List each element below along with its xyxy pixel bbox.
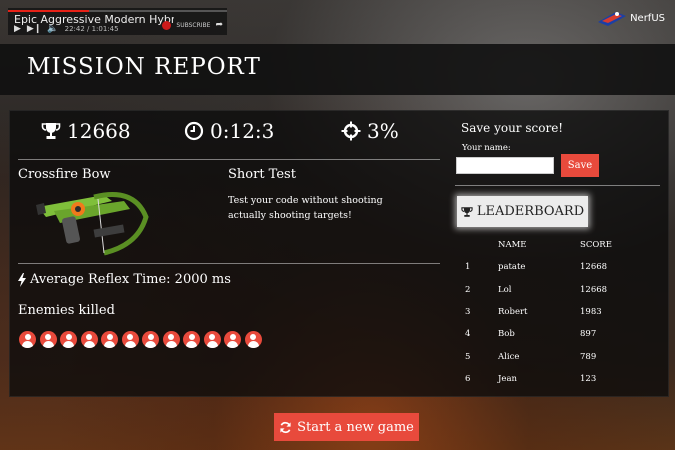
- table-row: 3 Robert 1983: [458, 301, 640, 323]
- name-input[interactable]: [456, 157, 554, 174]
- next-icon[interactable]: ▶❙: [27, 24, 41, 34]
- score-cell: 12668: [580, 262, 608, 273]
- youtube-logo-icon[interactable]: [162, 20, 172, 30]
- subscribe-button[interactable]: SUBSCRIBE: [176, 22, 210, 29]
- name-cell: Robert: [498, 307, 528, 318]
- rank-cell: 3: [465, 307, 471, 318]
- play-icon[interactable]: ▶: [14, 24, 21, 34]
- leaderboard-header-row: NAME SCORE: [458, 234, 640, 256]
- brand[interactable]: NerfUS: [598, 10, 665, 26]
- brand-logo-icon: [598, 12, 627, 26]
- save-button[interactable]: Save: [561, 154, 599, 177]
- test-title: Short Test: [228, 167, 296, 182]
- bolt-icon: [18, 272, 26, 287]
- clock-icon: [184, 121, 204, 141]
- weapon-image: [36, 192, 149, 256]
- name-cell: patate: [498, 262, 526, 273]
- enemies-killed-title: Enemies killed: [18, 303, 115, 318]
- table-row: 5 Alice 789: [458, 345, 640, 367]
- video-progress-bar[interactable]: [8, 10, 227, 12]
- user-icon: [121, 331, 139, 348]
- video-controls: ▶ ▶❙ 🔈 22:42 / 1:01:45: [14, 24, 119, 34]
- video-player-bar[interactable]: Epic Aggressive Modern Hybrid-Orch... ▶ …: [8, 8, 227, 35]
- leaderboard-header-name: NAME: [498, 240, 527, 251]
- score-stat: 12668: [41, 119, 131, 143]
- crosshair-icon: [341, 121, 361, 141]
- accuracy-value: 3%: [367, 119, 399, 143]
- name-cell: Jean: [498, 373, 517, 384]
- video-actions: SUBSCRIBE ➦: [162, 20, 223, 30]
- leaderboard-button-label: LEADERBOARD: [476, 204, 585, 219]
- user-icon: [80, 331, 98, 348]
- user-icon: [224, 331, 241, 348]
- stats-divider: [18, 159, 440, 160]
- rank-cell: 4: [465, 329, 471, 340]
- test-description: Test your code without shooting actually…: [228, 195, 383, 221]
- rank-cell: 6: [465, 373, 471, 384]
- name-cell: Lol: [498, 284, 512, 295]
- time-stat: 0:12:3: [184, 119, 274, 143]
- user-icon: [244, 331, 262, 348]
- reflex-time: Average Reflex Time: 2000 ms: [18, 272, 231, 287]
- video-time: 22:42 / 1:01:45: [64, 25, 119, 33]
- reflex-time-label: Average Reflex Time: 2000 ms: [30, 272, 231, 287]
- stats-row: 12668 0:12:3 3%: [10, 119, 440, 155]
- user-icon: [19, 331, 36, 348]
- save-score-title: Save your score!: [461, 121, 564, 135]
- brand-name: NerfUS: [630, 12, 665, 24]
- rank-cell: 2: [465, 284, 471, 295]
- volume-icon[interactable]: 🔈: [47, 24, 58, 34]
- name-label: Your name:: [462, 143, 511, 153]
- score-cell: 123: [580, 373, 597, 384]
- score-cell: 12668: [580, 284, 608, 295]
- user-icon: [162, 331, 180, 348]
- page-header: MISSION REPORT: [0, 44, 675, 95]
- time-value: 0:12:3: [210, 119, 275, 143]
- user-icon: [39, 331, 57, 348]
- page-title: MISSION REPORT: [27, 54, 261, 80]
- refresh-icon: [280, 421, 291, 433]
- trophy-icon: [41, 123, 61, 139]
- table-row: 2 Lol 12668: [458, 279, 640, 301]
- table-row: 1 patate 12668: [458, 256, 640, 278]
- video-progress-fill: [8, 10, 90, 12]
- rank-cell: 1: [465, 262, 471, 273]
- user-icon: [101, 331, 118, 348]
- leaderboard-header-rank: [458, 234, 498, 256]
- weapon-name: Crossfire Bow: [18, 167, 111, 182]
- leaderboard-button[interactable]: LEADERBOARD: [457, 196, 588, 227]
- score-cell: 789: [580, 351, 597, 362]
- mission-report-panel: 12668 0:12:3 3% Crossfire Bow Short Test…: [9, 110, 669, 397]
- accuracy-stat: 3%: [341, 119, 399, 143]
- score-value: 12668: [67, 119, 131, 143]
- name-cell: Bob: [498, 329, 515, 340]
- start-new-game-button[interactable]: Start a new game: [274, 413, 419, 441]
- save-divider: [455, 185, 660, 186]
- rank-cell: 5: [465, 351, 471, 362]
- table-row: 6 Jean 123: [458, 368, 640, 390]
- user-icon: [142, 331, 159, 348]
- leaderboard-table: NAME SCORE 1 patate 12668 2 Lol 12668 3 …: [458, 234, 640, 390]
- trophy-icon: [461, 206, 473, 217]
- share-icon[interactable]: ➦: [215, 20, 223, 30]
- score-cell: 897: [580, 329, 597, 340]
- user-icon: [183, 331, 200, 348]
- score-cell: 1983: [580, 307, 602, 318]
- name-cell: Alice: [498, 351, 520, 362]
- user-icon: [60, 331, 77, 348]
- leaderboard-header-score: SCORE: [580, 240, 612, 251]
- weapon-divider: [18, 263, 440, 264]
- enemies-killed-list: [19, 331, 262, 348]
- table-row: 4 Bob 897: [458, 323, 640, 345]
- start-new-game-label: Start a new game: [297, 419, 414, 435]
- user-icon: [203, 331, 221, 348]
